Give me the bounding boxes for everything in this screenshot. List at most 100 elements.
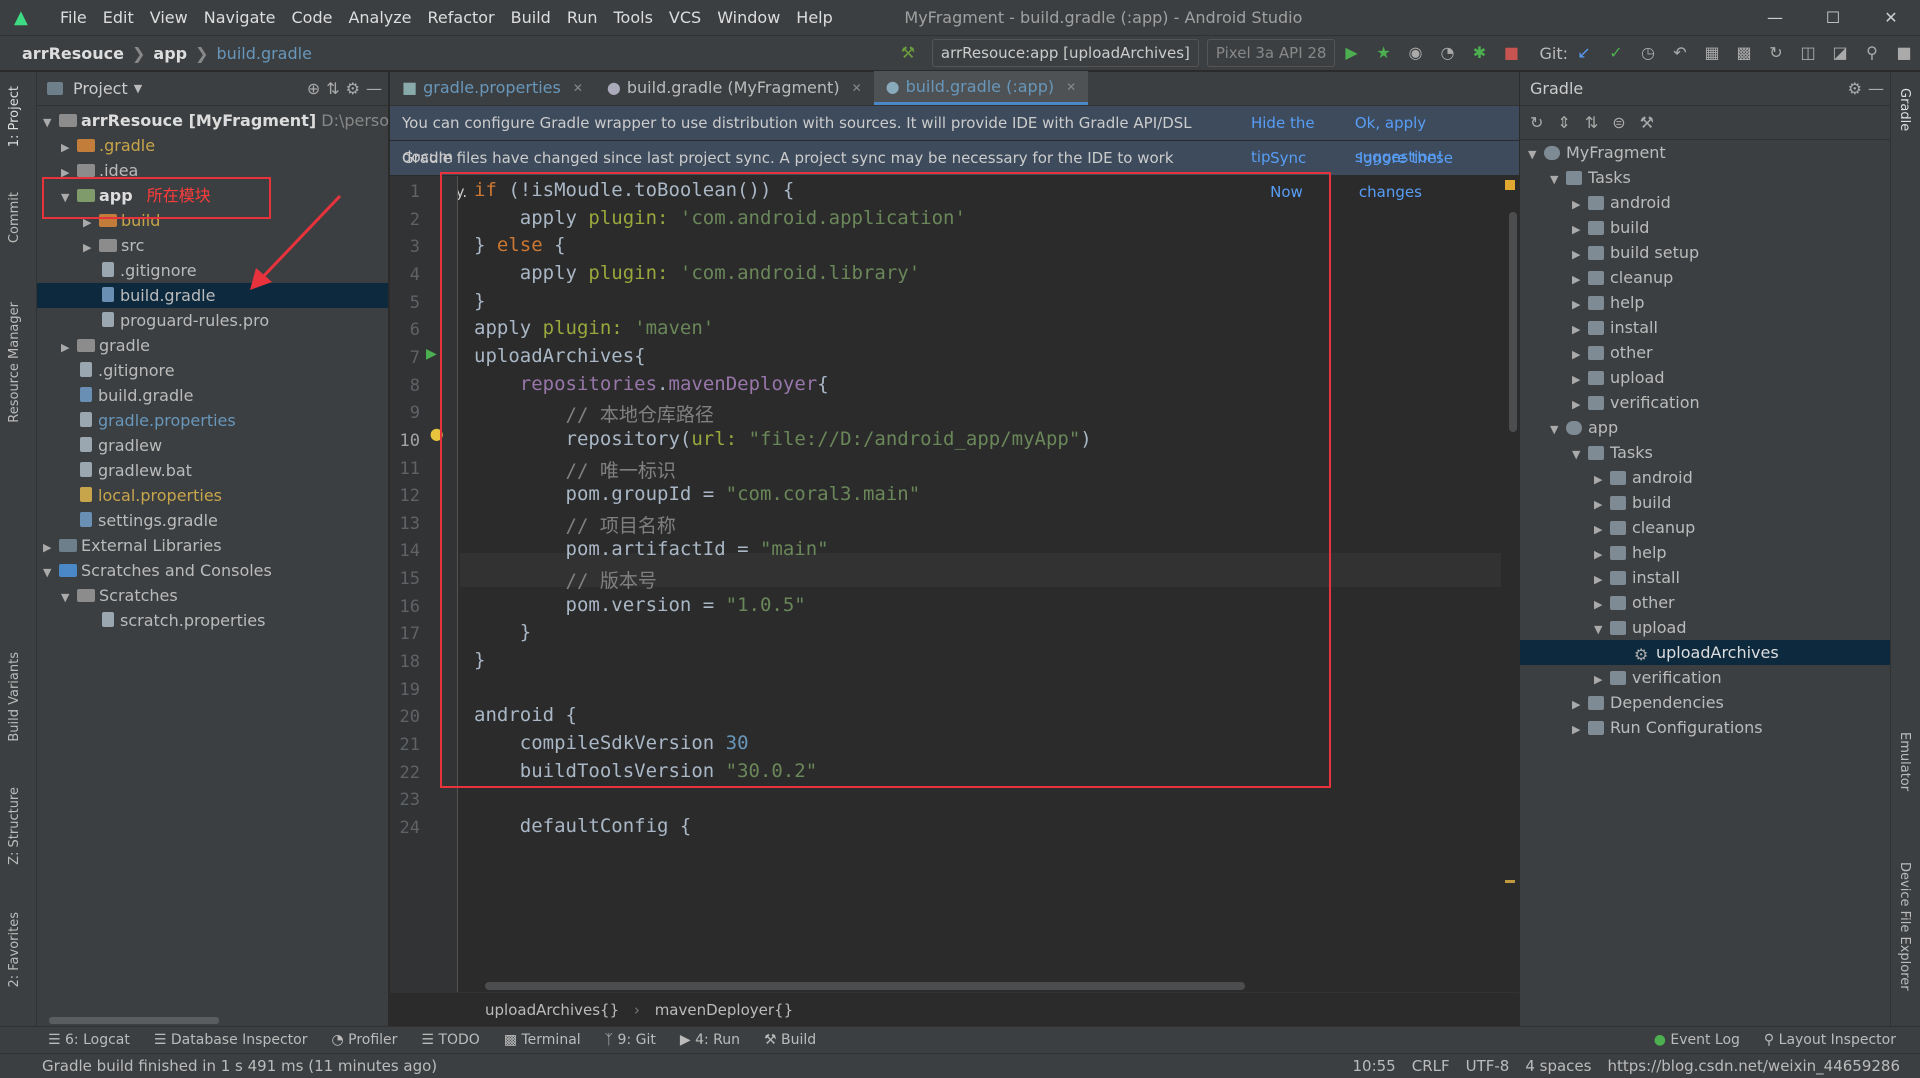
layout-inspector-tab[interactable]: ⚲ Layout Inspector [1764,1032,1896,1048]
tree-node-scratches-consoles[interactable]: ▼ Scratches and Consoles [37,558,388,583]
menu-code[interactable]: Code [284,0,341,35]
reload-icon[interactable]: ↻ [1530,113,1543,132]
hammer-icon[interactable]: ⚒ [892,37,924,69]
hide-icon[interactable]: — [366,79,382,98]
todo-tab[interactable]: ☰ TODO [421,1032,479,1048]
chevron-right-icon[interactable]: ▶ [1572,392,1588,417]
expand-arrow-icon[interactable]: ▶ [61,335,77,360]
stop-icon[interactable]: ■ [1495,37,1527,69]
expand-arrow-icon[interactable]: ▶ [83,235,99,260]
sync-now-link[interactable]: Sync Now [1270,141,1343,201]
favorites-tool-tab[interactable]: 2: Favorites [7,912,22,988]
project-tool-tab[interactable]: 1: Project [7,86,22,147]
run-icon[interactable]: ▶ [1335,37,1367,69]
chevron-right-icon[interactable]: ▶ [1594,542,1610,567]
close-icon[interactable]: ✕ [573,71,583,105]
menu-navigate[interactable]: Navigate [196,0,284,35]
expand-arrow-icon[interactable]: ▼ [61,585,77,610]
coverage-icon[interactable]: ◉ [1399,37,1431,69]
line-separator[interactable]: CRLF [1412,1057,1450,1075]
device-file-explorer-tool-tab[interactable]: Device File Explorer [1897,862,1912,991]
hide-icon[interactable]: — [1868,79,1884,98]
gradle-tree-node[interactable]: ▶ upload [1520,365,1890,390]
avd-manager-icon[interactable]: ▩ [1728,37,1760,69]
tree-node-root[interactable]: ▼ arrResouce [MyFragment] D:\personal\ar [37,108,435,133]
gradle-tree-node[interactable]: ▶ android [1520,465,1890,490]
collapse-all-icon[interactable]: ⇅ [326,79,339,98]
menu-build[interactable]: Build [503,0,559,35]
close-icon[interactable]: ✕ [1066,70,1076,104]
wrench-icon[interactable]: ⚒ [1640,113,1654,132]
chevron-right-icon[interactable]: ▶ [1572,367,1588,392]
minimize-button[interactable]: — [1746,8,1804,27]
git-tab[interactable]: ᛉ 9: Git [605,1032,656,1048]
chevron-down-icon[interactable]: ▼ [1550,167,1566,192]
warning-marker-icon[interactable] [1505,180,1515,190]
chevron-right-icon[interactable]: ▶ [1594,517,1610,542]
breadcrumb-file[interactable]: build.gradle [217,44,312,63]
menu-refactor[interactable]: Refactor [420,0,503,35]
tree-node-gradlew-bat[interactable]: gradlew.bat [37,458,388,483]
code-breadcrumb-item[interactable]: mavenDeployer{} [655,1001,793,1019]
chevron-right-icon[interactable]: ▶ [1572,717,1588,742]
maximize-button[interactable]: ☐ [1804,8,1862,27]
logcat-tab[interactable]: ☰ 6: Logcat [48,1032,130,1048]
menu-window[interactable]: Window [709,0,788,35]
resource-manager-tool-tab[interactable]: Resource Manager [7,302,22,423]
emulator-tool-tab[interactable]: Emulator [1897,732,1912,791]
chevron-right-icon[interactable]: ▶ [1594,567,1610,592]
horizontal-scrollbar[interactable] [485,982,1245,990]
database-inspector-tab[interactable]: ☰ Database Inspector [154,1032,308,1048]
breadcrumb-project[interactable]: arrResouce [22,44,124,63]
gradle-tree-node[interactable]: ▶ other [1520,340,1890,365]
chevron-down-icon[interactable]: ▼ [1594,617,1610,642]
attach-debugger-icon[interactable]: ✱ [1463,37,1495,69]
gradle-tree-node[interactable]: ▼ app [1520,415,1890,440]
breadcrumb-module[interactable]: app [153,44,187,63]
chevron-right-icon[interactable]: ▶ [1572,267,1588,292]
menu-vcs[interactable]: VCS [661,0,709,35]
gradle-tree-node[interactable]: ▶ build [1520,490,1890,515]
error-stripe-mark[interactable] [1505,880,1515,883]
structure-tool-tab[interactable]: Z: Structure [7,787,22,865]
expand-arrow-icon[interactable]: ▶ [43,535,59,560]
rollback-icon[interactable]: ↶ [1664,37,1696,69]
device-manager-icon[interactable]: ◪ [1824,37,1856,69]
tree-node-proguard[interactable]: proguard-rules.pro [37,308,388,333]
tree-node-external-libraries[interactable]: ▶ External Libraries [37,533,388,558]
menu-run[interactable]: Run [559,0,606,35]
gradle-tree-node[interactable]: ▶ android [1520,190,1890,215]
git-commit-icon[interactable]: ✓ [1600,37,1632,69]
hide-tip-link[interactable]: Hide the tip [1251,106,1339,166]
gradle-tool-tab[interactable]: Gradle [1897,88,1912,131]
close-icon[interactable]: ✕ [852,71,862,105]
tree-node-scratches[interactable]: ▼ Scratches [37,583,388,608]
search-icon[interactable]: ⚲ [1856,37,1888,69]
gear-icon[interactable]: ⚙ [346,79,360,98]
gradle-tree-node[interactable]: ▼ Tasks [1520,440,1890,465]
chevron-right-icon[interactable]: ▶ [1594,467,1610,492]
chevron-right-icon[interactable]: ▶ [1572,192,1588,217]
apply-suggestion-link[interactable]: Ok, apply suggestion! [1355,106,1519,166]
gradle-tree-node[interactable]: ▼ upload [1520,615,1890,640]
menu-file[interactable]: File [52,0,95,35]
tree-node-gradle-dir[interactable]: ▶ .gradle [37,133,388,158]
gradle-tree-node[interactable]: ▶ install [1520,565,1890,590]
close-window-button[interactable]: ✕ [1862,8,1920,27]
tree-node-local-properties[interactable]: local.properties [37,483,388,508]
chevron-right-icon[interactable]: ▶ [1594,667,1610,692]
gradle-tree-node[interactable]: ▶ verification [1520,390,1890,415]
history-icon[interactable]: ◷ [1632,37,1664,69]
gradle-tree-node[interactable]: ▼ MyFragment [1520,140,1890,165]
run-config-select[interactable]: arrResouce:app [uploadArchives] [931,39,1199,67]
file-encoding[interactable]: UTF-8 [1466,1057,1510,1075]
chevron-down-icon[interactable]: ▼ [1528,142,1544,167]
sync-icon[interactable]: ↻ [1760,37,1792,69]
tree-node-gradle-properties[interactable]: gradle.properties [37,408,388,433]
tree-node-scratch-properties[interactable]: scratch.properties [37,608,388,633]
event-log-tab[interactable]: ● Event Log [1654,1032,1740,1048]
chevron-right-icon[interactable]: ▶ [1572,217,1588,242]
menu-view[interactable]: View [142,0,196,35]
tree-node-gitignore-root[interactable]: .gitignore [37,358,388,383]
git-update-icon[interactable]: ↙ [1568,37,1600,69]
